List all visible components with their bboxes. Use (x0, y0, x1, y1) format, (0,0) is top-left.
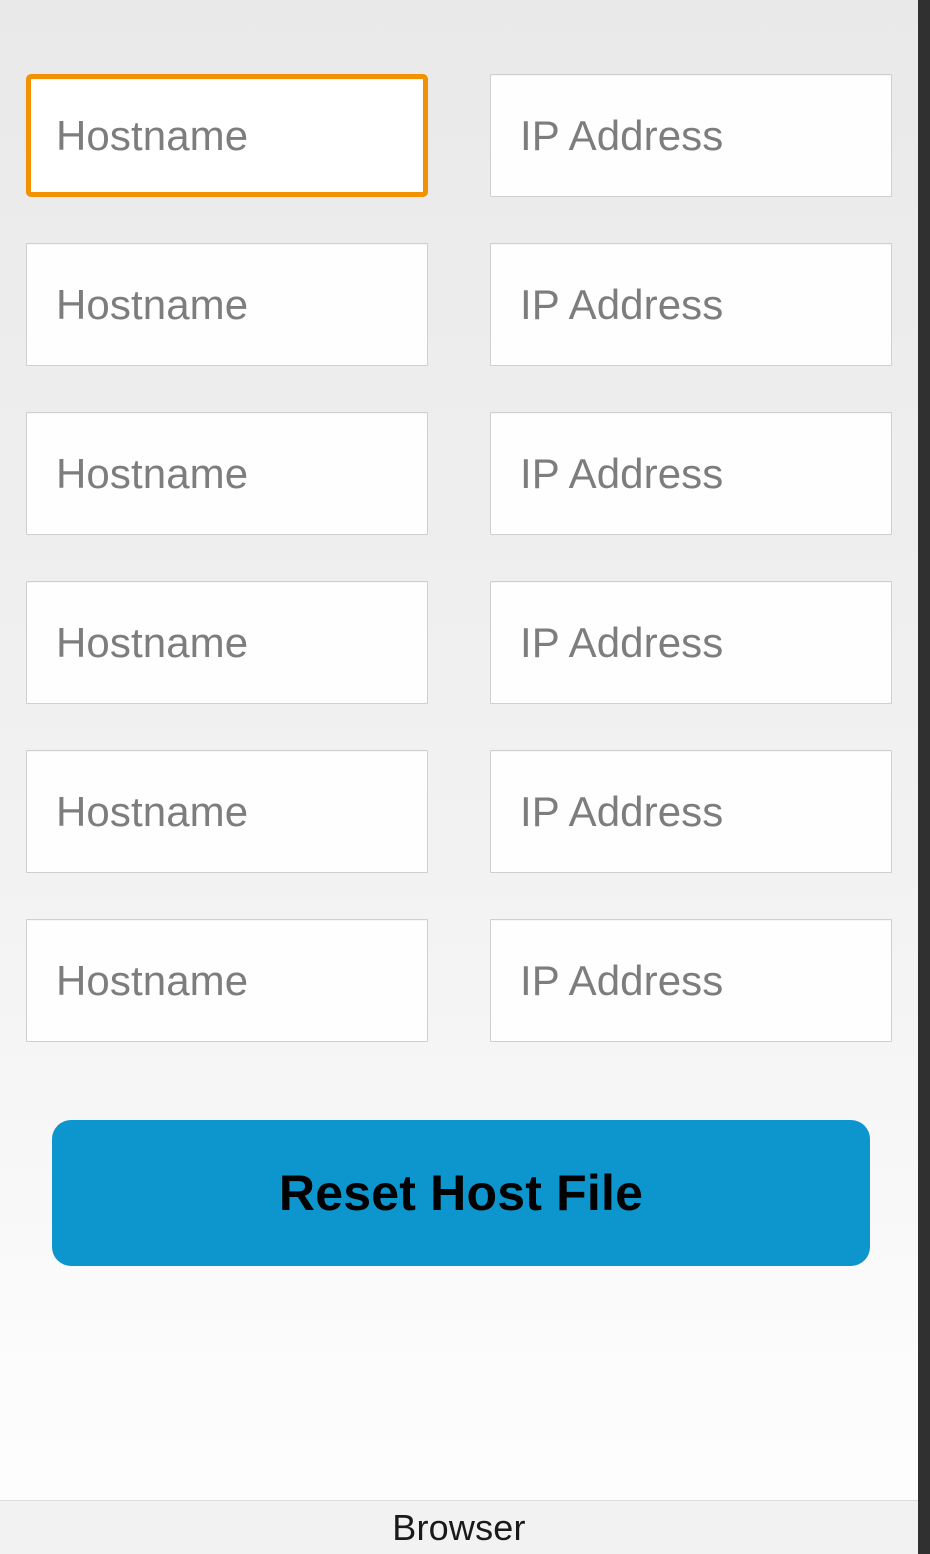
host-entry-row: Hostname IP Address (26, 750, 892, 873)
hostname-placeholder-3: Hostname (56, 449, 249, 497)
ip-address-input-3[interactable]: IP Address (490, 412, 892, 535)
ip-field-wrapper-6: IP Address (490, 919, 892, 1042)
hostname-input-2[interactable]: Hostname (26, 243, 428, 366)
hostname-placeholder-5: Hostname (56, 787, 249, 835)
ip-address-placeholder-4: IP Address (520, 618, 724, 666)
ip-address-input-6[interactable]: IP Address (490, 919, 892, 1042)
ip-address-input-4[interactable]: IP Address (490, 581, 892, 704)
ip-field-wrapper-4: IP Address (490, 581, 892, 704)
ip-address-placeholder-6: IP Address (520, 956, 724, 1004)
ip-field-wrapper-5: IP Address (490, 750, 892, 873)
hostname-field-wrapper-4: Hostname (26, 581, 428, 704)
browser-label: Browser (392, 1506, 526, 1548)
ip-address-input-2[interactable]: IP Address (490, 243, 892, 366)
hostname-placeholder-1: Hostname (56, 111, 249, 159)
hostname-field-wrapper-6: Hostname (26, 919, 428, 1042)
ip-field-wrapper-3: IP Address (490, 412, 892, 535)
ip-address-placeholder-3: IP Address (520, 449, 724, 497)
hostname-input-1[interactable]: Hostname (26, 74, 428, 197)
host-entry-row: Hostname IP Address (26, 412, 892, 535)
ip-address-placeholder-1: IP Address (520, 111, 724, 159)
ip-address-input-1[interactable]: IP Address (490, 74, 892, 197)
host-entry-row: Hostname IP Address (26, 581, 892, 704)
reset-host-file-button[interactable]: Reset Host File (52, 1120, 870, 1266)
host-entry-list: Hostname IP Address Hostname IP Address … (26, 74, 892, 1088)
host-entry-row: Hostname IP Address (26, 919, 892, 1042)
ip-address-placeholder-2: IP Address (520, 280, 724, 328)
hostname-field-wrapper-2: Hostname (26, 243, 428, 366)
host-file-form: Hostname IP Address Hostname IP Address … (0, 0, 918, 1500)
hostname-placeholder-4: Hostname (56, 618, 249, 666)
ip-field-wrapper-1: IP Address (490, 74, 892, 197)
hostname-placeholder-6: Hostname (56, 956, 249, 1004)
hostname-input-5[interactable]: Hostname (26, 750, 428, 873)
hostname-input-3[interactable]: Hostname (26, 412, 428, 535)
hostname-field-wrapper-5: Hostname (26, 750, 428, 873)
hostname-input-6[interactable]: Hostname (26, 919, 428, 1042)
hostname-input-4[interactable]: Hostname (26, 581, 428, 704)
ip-field-wrapper-2: IP Address (490, 243, 892, 366)
app-screen: Hostname IP Address Hostname IP Address … (0, 0, 930, 1554)
hostname-field-wrapper-1: Hostname (26, 74, 428, 197)
host-entry-row: Hostname IP Address (26, 74, 892, 197)
host-entry-row: Hostname IP Address (26, 243, 892, 366)
ip-address-placeholder-5: IP Address (520, 787, 724, 835)
bottom-bar[interactable]: Browser (0, 1500, 918, 1554)
hostname-placeholder-2: Hostname (56, 280, 249, 328)
reset-host-file-label: Reset Host File (278, 1165, 644, 1221)
ip-address-input-5[interactable]: IP Address (490, 750, 892, 873)
hostname-field-wrapper-3: Hostname (26, 412, 428, 535)
right-edge-strip (918, 0, 930, 1554)
